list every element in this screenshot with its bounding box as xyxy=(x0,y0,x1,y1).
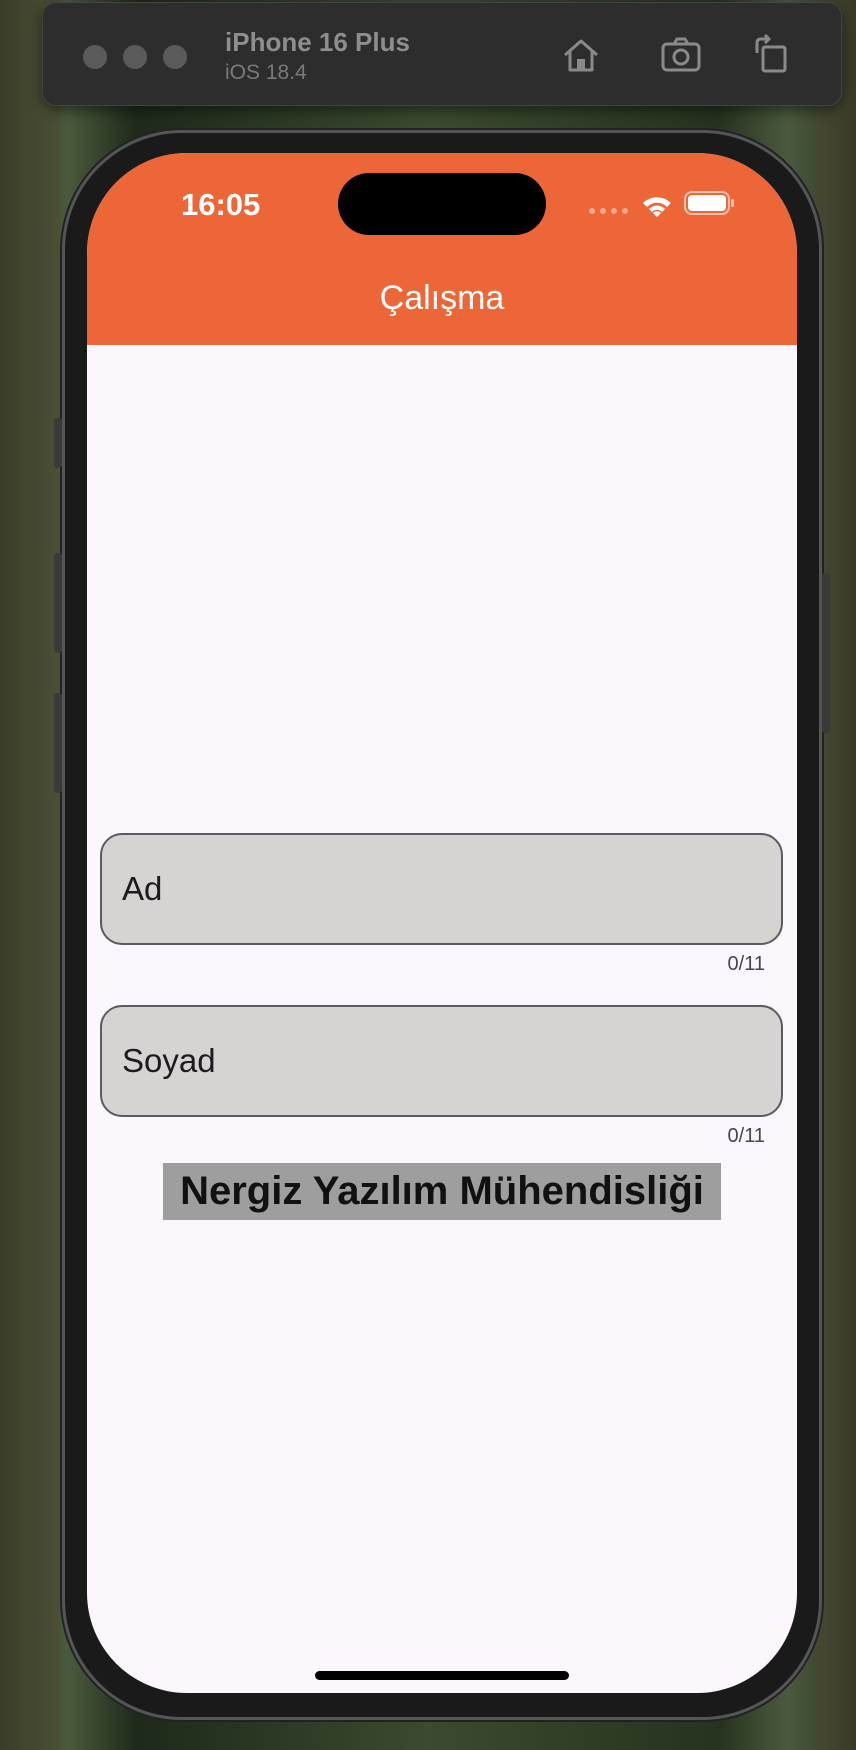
app-title: Çalışma xyxy=(379,279,505,317)
last-name-counter: 0/11 xyxy=(727,1125,765,1147)
power-button xyxy=(822,573,830,733)
last-name-placeholder: Soyad xyxy=(122,1042,216,1079)
status-time: 16:05 xyxy=(181,187,261,222)
home-indicator[interactable] xyxy=(315,1671,569,1680)
last-name-field[interactable]: Soyad xyxy=(100,1005,783,1117)
cellular-signal-icon xyxy=(589,208,628,214)
window-zoom-button[interactable] xyxy=(163,45,187,69)
home-button[interactable] xyxy=(557,31,605,79)
action-button xyxy=(54,418,62,468)
screenshot-icon xyxy=(661,37,701,72)
battery-icon xyxy=(684,191,734,215)
device-name: iPhone 16 Plus xyxy=(225,27,410,57)
first-name-placeholder: Ad xyxy=(122,870,163,907)
volume-up-button xyxy=(54,553,62,653)
wifi-icon xyxy=(643,197,671,217)
volume-down-button xyxy=(54,693,62,793)
os-version: iOS 18.4 xyxy=(225,61,307,84)
screenshot-button[interactable] xyxy=(657,31,705,79)
banner-text: Nergiz Yazılım Mühendisliği xyxy=(163,1163,721,1220)
first-name-counter: 0/11 xyxy=(727,953,765,975)
home-icon xyxy=(564,39,598,72)
rotate-icon xyxy=(755,33,787,73)
app-screen: 16:05 Çalışma Ad 0/11 Soyad 0/11 Nergiz … xyxy=(87,153,797,1693)
dynamic-island xyxy=(338,173,546,235)
window-minimize-button[interactable] xyxy=(123,45,147,69)
rotate-button[interactable] xyxy=(747,31,795,79)
background-tree xyxy=(816,0,856,1750)
window-close-button[interactable] xyxy=(83,45,107,69)
simulator-toolbar: iPhone 16 Plus iOS 18.4 xyxy=(42,2,842,106)
background-tree xyxy=(0,0,60,1750)
app-bar: 16:05 Çalışma xyxy=(87,153,797,345)
first-name-field[interactable]: Ad xyxy=(100,833,783,945)
